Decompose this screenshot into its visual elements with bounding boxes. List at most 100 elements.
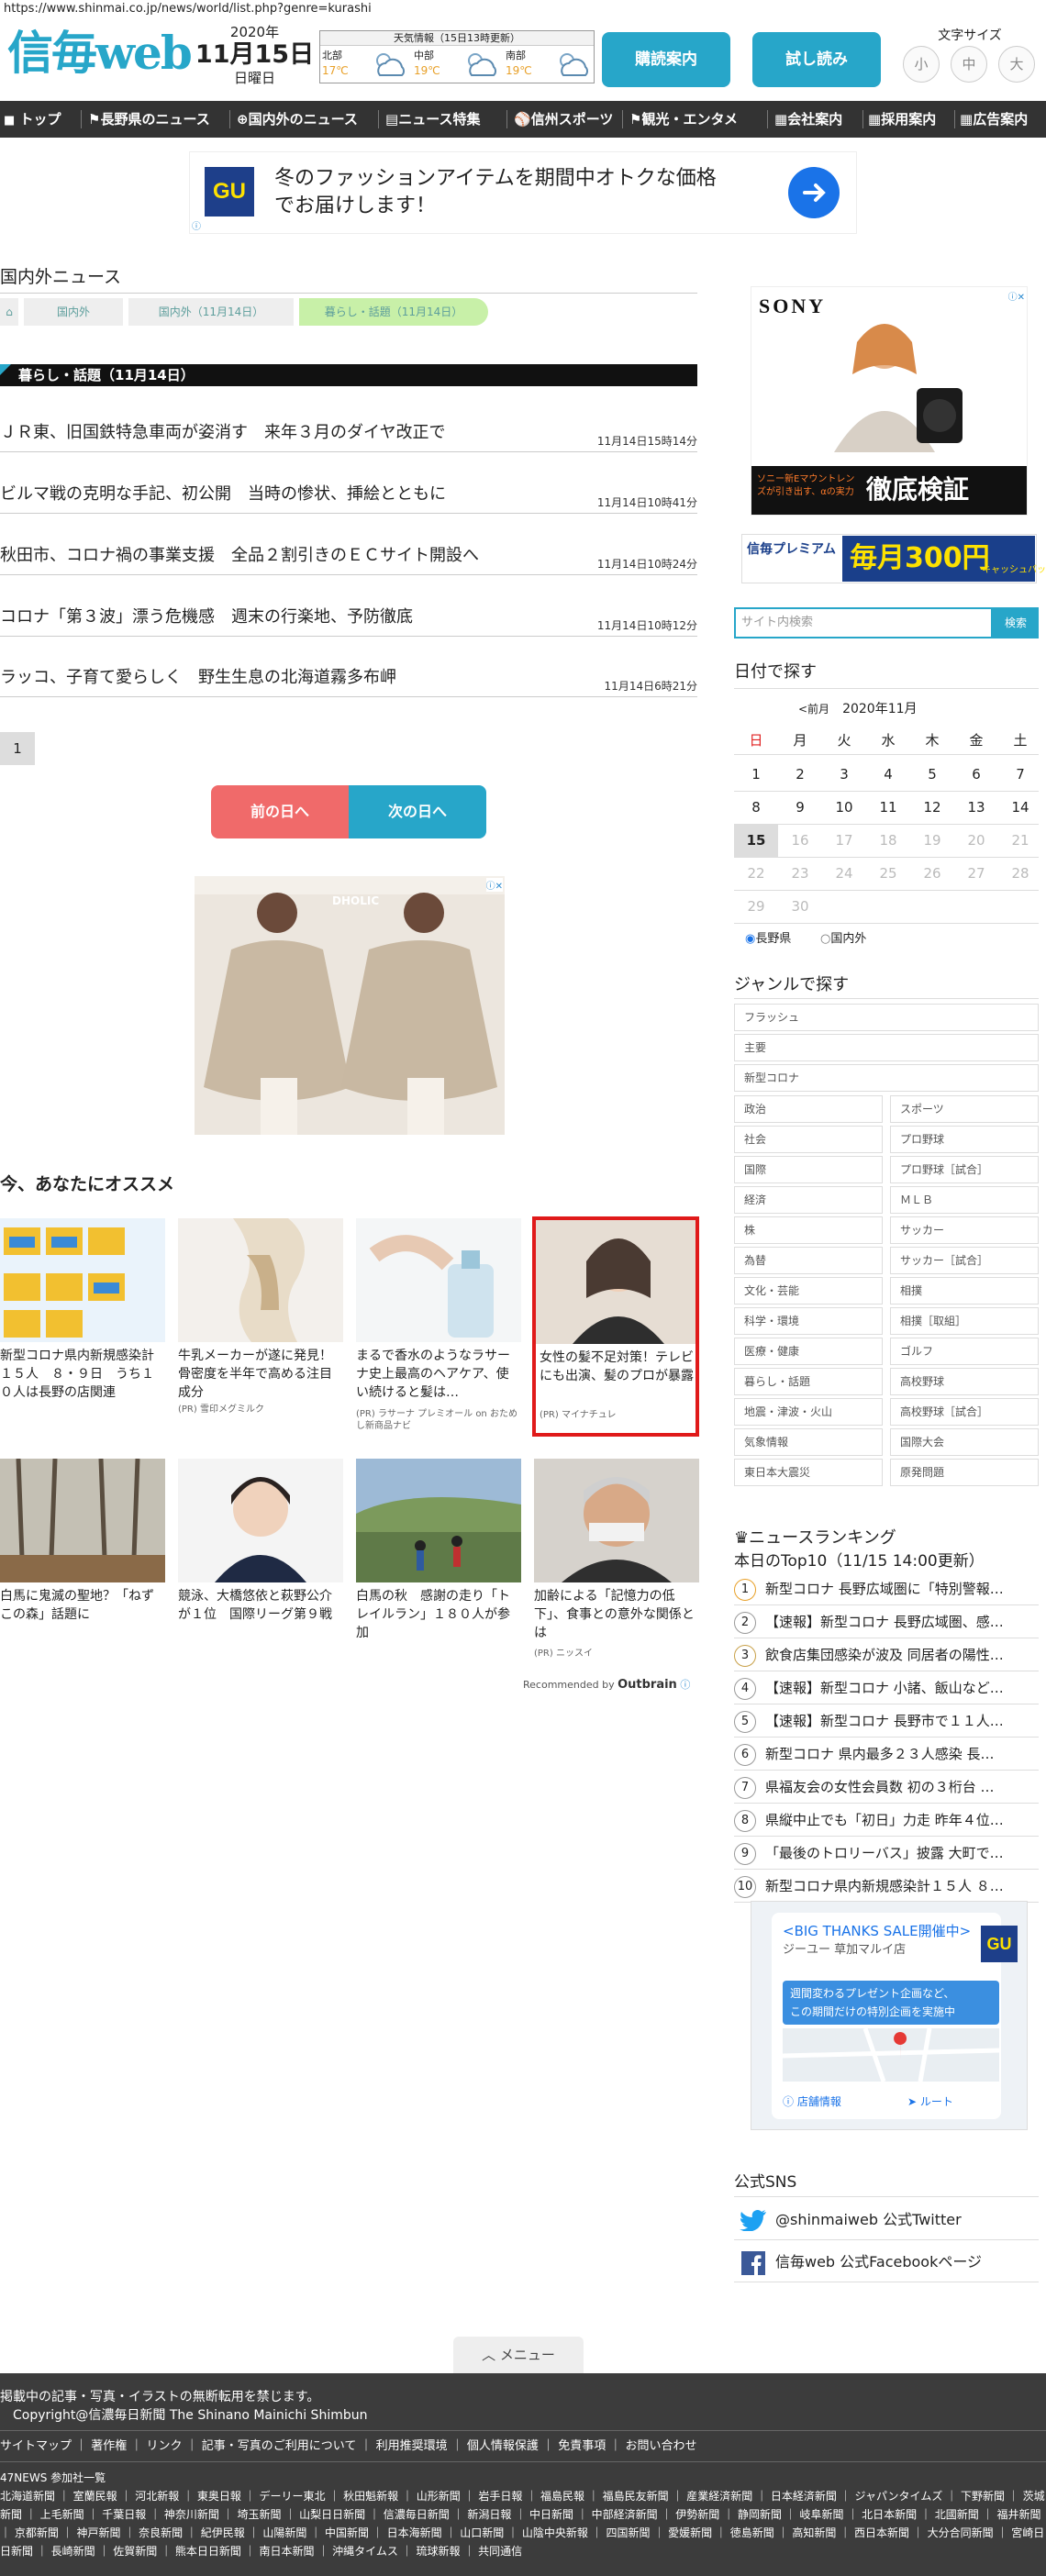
genre-link[interactable]: スポーツ [890,1095,1039,1123]
fashion-ad[interactable]: DHOLIC ⓘ✕ [195,876,505,1135]
ranking-item[interactable]: 2 【速報】新型コロナ 長野広域圏、感… [734,1605,1039,1638]
calendar-day[interactable]: 4 [866,758,910,791]
genre-link[interactable]: 政治 [734,1095,883,1123]
genre-link[interactable]: フラッシュ [734,1004,1039,1031]
font-size-medium-button[interactable]: 中 [951,46,987,83]
facebook-link[interactable]: 信毎web 公式Facebookページ [734,2242,1039,2282]
calendar-day[interactable]: 11 [866,791,910,824]
genre-link[interactable]: 気象情報 [734,1428,883,1456]
ad-choices-icon[interactable]: ⓘ✕ [485,878,503,892]
genre-link[interactable]: 為替 [734,1247,883,1274]
weather-widget[interactable]: 天気情報（15日13時更新） 北部 17℃ 中部 19℃ 南部 19℃ [319,30,595,83]
genre-link[interactable]: プロ野球 [890,1126,1039,1153]
breadcrumb-world-date[interactable]: 国内外（11月14日） [128,298,294,326]
card-title[interactable]: 白馬に鬼滅の聖地？「ねずこの森」話題に [0,1587,165,1624]
ad-choices-icon[interactable]: ⓘ✕ [1008,289,1025,303]
nav-company[interactable]: ▦会社案内 [774,101,842,138]
ranking-title[interactable]: 「最後のトロリーバス」披露 大町で… [765,1844,1039,1862]
genre-link[interactable]: 相撲［取組］ [890,1307,1039,1335]
calendar-day[interactable]: 9 [778,791,822,824]
store-map-ad[interactable]: <BIG THANKS SALE開催中> ジーユー 草加マルイ店 GU 週間変わ… [751,1901,1028,2130]
article-title[interactable]: 秋田市、コロナ禍の事業支援 全品２割引きのＥＣサイト開設へ [0,544,479,568]
store-info-button[interactable]: ⓘ 店舗情報 [783,2089,884,2115]
ranking-item[interactable]: 5 【速報】新型コロナ 長野市で１１人… [734,1704,1039,1738]
recommend-card[interactable]: 白馬に鬼滅の聖地？「ねずこの森」話題に [0,1459,165,1651]
article-item[interactable]: コロナ「第３波」漂う危機感 週末の行楽地、予防徹底 11月14日10時12分 [0,600,697,637]
calendar-day[interactable]: 14 [998,791,1042,824]
ranking-item[interactable]: 9 「最後のトロリーバス」披露 大町で… [734,1837,1039,1870]
home-crumb[interactable]: ⌂ [0,298,18,326]
recommended-by[interactable]: Recommended by Outbrain ⓘ [523,1677,690,1692]
premium-banner[interactable]: 信毎プレミアム 毎月300円 キャッシュバック [741,534,1046,583]
genre-link[interactable]: 高校野球 [890,1368,1039,1395]
card-title[interactable]: まるで香水のようなラサーナ史上最高のヘアケア、使い続けると髪は… [356,1347,521,1402]
genre-link[interactable]: 東日本大震災 [734,1459,883,1486]
site-search-input[interactable]: サイト内検索 [734,607,993,638]
article-item[interactable]: ＪＲ東、旧国鉄特急車両が姿消す 来年３月のダイヤ改正で 11月14日15時14分 [0,416,697,452]
ranking-item[interactable]: 7 県福友会の女性会員数 初の３桁台 … [734,1771,1039,1804]
calendar-day[interactable]: 15 [734,824,778,857]
twitter-link[interactable]: @shinmaiweb 公式Twitter [734,2200,1039,2240]
subscribe-button[interactable]: 購読案内 [602,32,730,87]
nav-entertainment[interactable]: ⚑観光・エンタメ [629,101,738,138]
footer-47news[interactable]: 47NEWS 参加社一覧 [0,2469,106,2487]
ranking-title[interactable]: 【速報】新型コロナ 長野市で１１人… [765,1712,1039,1730]
page-number-1[interactable]: 1 [0,732,35,765]
search-button[interactable]: 検索 [993,607,1039,638]
twitter-label[interactable]: @shinmaiweb 公式Twitter [775,2211,962,2229]
recommend-card[interactable]: 競泳、大橋悠依と萩野公介が１位 国際リーグ第９戦 [178,1459,343,1651]
ranking-title[interactable]: 新型コロナ 長野広域圏に「特別警報… [765,1580,1039,1598]
radio-world[interactable]: ○国内外 [820,928,866,946]
calendar-day[interactable]: 10 [822,791,866,824]
ranking-title[interactable]: 県縦中止でも「初日」力走 昨年４位… [765,1811,1039,1829]
recommend-card-highlighted[interactable]: 女性の髪不足対策！テレビにも出演、髪のプロが暴露 (PR) マイナチュレ [532,1216,699,1437]
nav-top[interactable]: ■ トップ [4,101,61,138]
article-title[interactable]: ビルマ戦の克明な手記、初公開 当時の惨状、挿絵とともに [0,483,446,506]
ranking-item[interactable]: 3 飲食店集団感染が波及 同居者の陽性… [734,1638,1039,1671]
genre-link[interactable]: 医療・健康 [734,1338,883,1365]
calendar-day[interactable]: 1 [734,758,778,791]
genre-link[interactable]: 新型コロナ [734,1064,1039,1092]
recommend-card[interactable]: 加齢による「記憶力の低下」、食事との意外な関係とは (PR) ニッスイ [534,1459,699,1659]
genre-link[interactable]: 文化・芸能 [734,1277,883,1305]
article-title[interactable]: ＪＲ東、旧国鉄特急車両が姿消す 来年３月のダイヤ改正で [0,421,445,445]
nav-features[interactable]: ▤ニュース特集 [385,101,480,138]
nav-sports[interactable]: ⚾信州スポーツ [514,101,613,138]
genre-link[interactable]: 社会 [734,1126,883,1153]
recommend-card[interactable]: 新型コロナ県内新規感染計１５人 ８・９日 うち１０人は長野の店関連 [0,1218,165,1429]
ranking-item[interactable]: 6 新型コロナ 県内最多２３人感染 長… [734,1738,1039,1771]
ranking-title[interactable]: 【速報】新型コロナ 長野広域圏、感… [765,1613,1039,1631]
genre-link[interactable]: 地震・津波・火山 [734,1398,883,1426]
trial-read-button[interactable]: 試し読み [752,32,881,87]
nav-nagano-news[interactable]: ⚑長野県のニュース [88,101,210,138]
genre-link[interactable]: 科学・環境 [734,1307,883,1335]
font-size-large-button[interactable]: 大 [998,46,1035,83]
article-title[interactable]: ラッコ、子育て愛らしく 野生生息の北海道霧多布岬 [0,666,396,690]
next-day-button[interactable]: 次の日へ [349,785,486,838]
ranking-title[interactable]: 【速報】新型コロナ 小諸、飯山など… [765,1679,1039,1697]
prev-month-link[interactable]: <前月 [798,703,829,716]
genre-link[interactable]: 株 [734,1216,883,1244]
ranking-item[interactable]: 1 新型コロナ 長野広域圏に「特別警報… [734,1572,1039,1605]
recommend-card[interactable]: 白馬の秋 感謝の走り「トレイルラン」１８０人が参加 [356,1459,521,1651]
site-logo[interactable]: 信毎web [7,26,195,81]
ranking-item[interactable]: 4 【速報】新型コロナ 小諸、飯山など… [734,1671,1039,1704]
ranking-title[interactable]: 新型コロナ 県内最多２３人感染 長… [765,1745,1039,1763]
genre-link[interactable]: 相撲 [890,1277,1039,1305]
radio-nagano[interactable]: ◉長野県 [745,928,791,946]
menu-button[interactable]: ︿ メニュー [453,2337,584,2373]
article-item[interactable]: ビルマ戦の克明な手記、初公開 当時の惨状、挿絵とともに 11月14日10時41分 [0,477,697,514]
calendar-day[interactable]: 12 [910,791,954,824]
card-title[interactable]: 牛乳メーカーが遂に発見！骨密度を半年で高める注目成分 [178,1347,343,1402]
genre-link[interactable]: 国際 [734,1156,883,1183]
nav-advertising[interactable]: ▦広告案内 [960,101,1028,138]
route-button[interactable]: ➤ ルート [907,2089,999,2115]
genre-link[interactable]: 主要 [734,1034,1039,1061]
nav-recruit[interactable]: ▦採用案内 [868,101,936,138]
ranking-item[interactable]: 8 県縦中止でも「初日」力走 昨年４位… [734,1804,1039,1837]
calendar-day[interactable]: 2 [778,758,822,791]
arrow-right-icon[interactable] [788,167,840,218]
genre-link[interactable]: 原発問題 [890,1459,1039,1486]
top-banner-ad[interactable]: GU 冬のファッションアイテムを期間中オトクな価格 でお届けします！ ⓘ [189,151,857,234]
calendar-day[interactable]: 8 [734,791,778,824]
